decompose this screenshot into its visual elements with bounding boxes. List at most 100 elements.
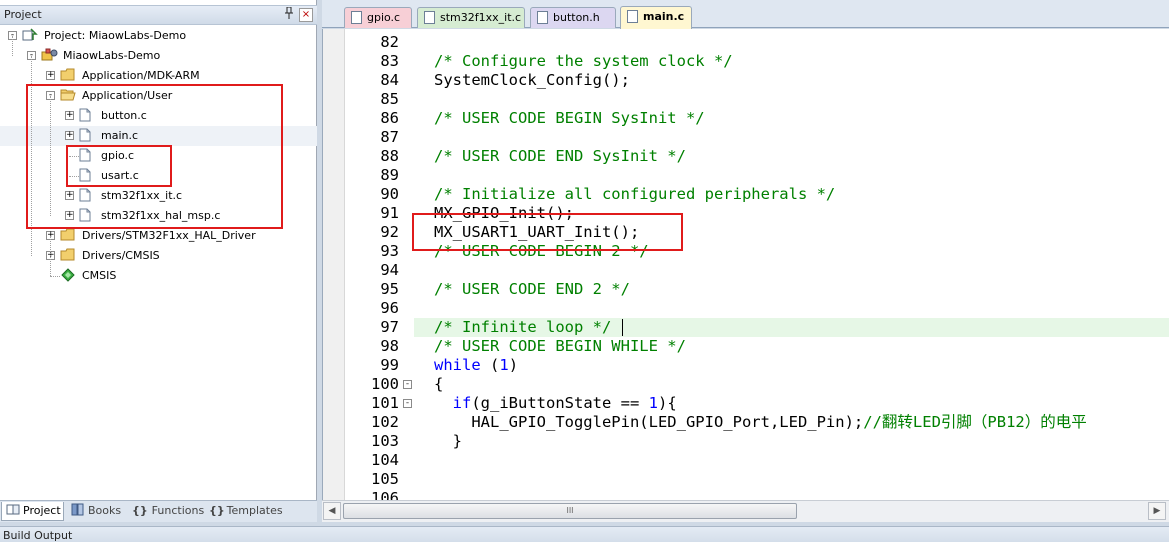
tab-stm32f1xx-it-c[interactable]: stm32f1xx_it.c (417, 7, 525, 28)
tab-label: Books (88, 504, 122, 517)
line-number: 100 (371, 375, 399, 393)
line-number: 95 (380, 280, 399, 298)
tree-item-label: MiaowLabs-Demo (63, 49, 161, 62)
tree-item[interactable]: + Drivers/CMSIS (0, 246, 317, 266)
file-icon (351, 11, 362, 24)
code-line[interactable]: /* Infinite loop */ (434, 318, 611, 337)
line-number: 92 (380, 223, 399, 241)
line-number: 90 (380, 185, 399, 203)
tree-item-label: Drivers/CMSIS (82, 249, 160, 262)
line-number: 96 (380, 299, 399, 317)
line-number: 82 (380, 33, 399, 51)
code-line[interactable]: /* Initialize all configured peripherals… (434, 185, 835, 204)
tab-label: Functions (151, 504, 205, 517)
line-number: 102 (371, 413, 399, 431)
fold-collapse-icon[interactable]: - (403, 380, 412, 389)
panel-bottom-tabs: Project Books {} Functions {} Templates (0, 500, 317, 522)
templates-icon: {} (209, 504, 225, 517)
code-line[interactable]: /* USER CODE BEGIN WHILE */ (434, 337, 686, 356)
line-number: 98 (380, 337, 399, 355)
code-editor[interactable]: 82 83 84 85 86 87 88 89 90 91 92 93 94 95 96 97 98 99 100 1… (322, 29, 1169, 507)
gem-icon (60, 268, 76, 282)
code-line[interactable]: } (434, 432, 462, 451)
code-area[interactable]: /* Configure the system clock */SystemCl… (414, 29, 1169, 500)
line-number: 93 (380, 242, 399, 260)
tab-label: main.c (643, 10, 685, 23)
fold-margin: -- (402, 29, 414, 500)
code-line[interactable]: while (1) (434, 356, 518, 375)
tab-main-c[interactable]: main.c (620, 6, 692, 29)
code-line[interactable]: /* USER CODE BEGIN SysInit */ (434, 109, 705, 128)
tab-label: gpio.c (367, 11, 401, 24)
line-number: 97 (380, 318, 399, 336)
line-number: 83 (380, 52, 399, 70)
line-number-gutter: 82 83 84 85 86 87 88 89 90 91 92 93 94 95 96 97 98 99 100 1… (345, 29, 402, 507)
line-number: 88 (380, 147, 399, 165)
tab-button-h[interactable]: button.h (530, 7, 616, 28)
line-number: 101 (371, 394, 399, 412)
file-icon (627, 10, 638, 23)
folder-icon (60, 68, 76, 82)
tree-item-label: Application/MDK-ARM (82, 69, 200, 82)
scroll-left-button[interactable]: ◀ (323, 502, 341, 520)
tree-item[interactable]: - Project: MiaowLabs-Demo (0, 26, 317, 46)
annotation-box-usart-init (412, 213, 683, 251)
build-output-title: Build Output (3, 529, 73, 542)
horizontal-scrollbar[interactable]: ◀ III ▶ (322, 500, 1169, 522)
target-icon (41, 48, 58, 62)
code-line[interactable]: /* Configure the system clock */ (434, 52, 733, 71)
fold-collapse-icon[interactable]: - (403, 399, 412, 408)
code-line[interactable]: /* USER CODE END 2 */ (434, 280, 630, 299)
tree-item[interactable]: + Application/MDK-ARM (0, 66, 317, 86)
line-number: 103 (371, 432, 399, 450)
tree-item-label: Project: MiaowLabs-Demo (44, 29, 187, 42)
annotation-box-gpio-usart (66, 145, 172, 187)
folder-icon (60, 228, 76, 242)
project-panel-header: Project × (0, 5, 317, 25)
tab-functions[interactable]: {} Functions (128, 502, 204, 521)
line-number: 91 (380, 204, 399, 222)
books-icon (71, 503, 84, 516)
file-icon (537, 11, 548, 24)
line-number: 86 (380, 109, 399, 127)
line-number: 85 (380, 90, 399, 108)
project-icon (22, 28, 38, 42)
tree-item-label: CMSIS (82, 269, 117, 282)
line-number: 104 (371, 451, 399, 469)
panel-title: Project (4, 8, 42, 21)
scroll-thumb[interactable]: III (343, 503, 797, 519)
code-line[interactable]: if(g_iButtonState == 1){ (434, 394, 677, 413)
close-icon[interactable]: × (299, 8, 313, 22)
code-line[interactable]: /* USER CODE END SysInit */ (434, 147, 686, 166)
tab-label: Project (23, 504, 61, 517)
tab-project[interactable]: Project (1, 502, 64, 521)
tab-templates[interactable]: {} Templates (205, 502, 287, 521)
project-tab-icon (6, 504, 20, 515)
project-panel: Project × - Project: MiaowLabs-Demo - Miaow… (0, 0, 317, 522)
line-number: 89 (380, 166, 399, 184)
tab-gpio-c[interactable]: gpio.c (344, 7, 412, 28)
breakpoint-margin[interactable] (323, 29, 345, 500)
folder-icon (60, 248, 76, 262)
line-number: 94 (380, 261, 399, 279)
code-line[interactable]: { (434, 375, 443, 394)
pin-icon[interactable] (282, 6, 296, 23)
tree-item[interactable]: - MiaowLabs-Demo (0, 46, 317, 66)
line-number: 99 (380, 356, 399, 374)
code-line[interactable]: SystemClock_Config(); (434, 71, 630, 90)
tab-label: button.h (553, 11, 600, 24)
tab-label: stm32f1xx_it.c (440, 11, 522, 24)
line-number: 87 (380, 128, 399, 146)
build-output-panel: Build Output (0, 526, 1169, 542)
code-line[interactable]: HAL_GPIO_TogglePin(LED_GPIO_Port,LED_Pin… (434, 413, 1086, 432)
line-number: 84 (380, 71, 399, 89)
tree-item[interactable]: + Drivers/STM32F1xx_HAL_Driver (0, 226, 317, 246)
scroll-right-button[interactable]: ▶ (1148, 502, 1166, 520)
text-caret (622, 319, 623, 336)
tree-item[interactable]: CMSIS (0, 266, 317, 286)
expand-icon[interactable]: + (46, 71, 55, 80)
tab-books[interactable]: Books (67, 502, 127, 521)
editor-tab-strip: gpio.c stm32f1xx_it.c button.h main.c (322, 0, 1169, 29)
braces-icon: {} (132, 504, 148, 517)
line-number: 105 (371, 470, 399, 488)
